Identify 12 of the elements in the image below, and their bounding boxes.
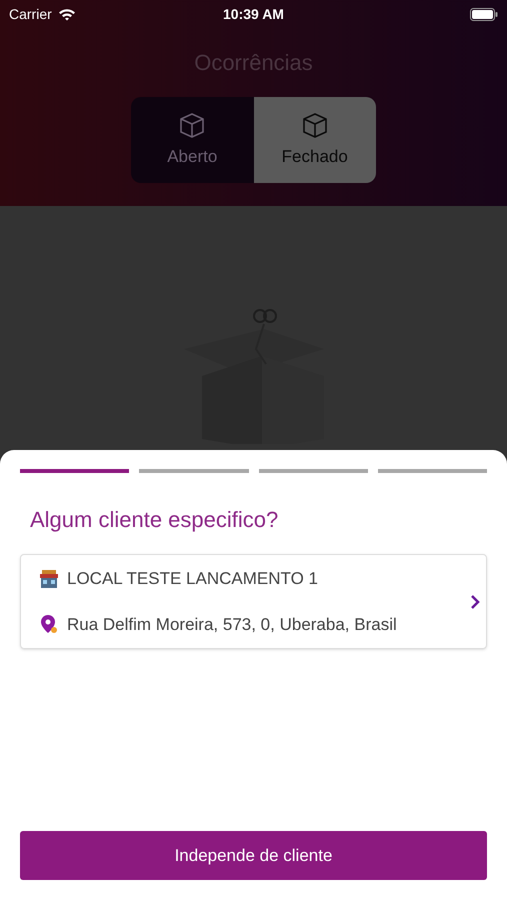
battery-icon <box>470 8 498 20</box>
store-icon <box>39 570 59 588</box>
question-heading: Algum cliente especifico? <box>30 506 280 534</box>
clock-time: 10:39 AM <box>223 4 284 24</box>
chevron-right-icon <box>470 594 480 610</box>
independent-client-button[interactable]: Independe de cliente <box>20 831 487 880</box>
carrier-label: Carrier <box>9 4 52 24</box>
client-address: Rua Delfim Moreira, 573, 0, Uberaba, Brasil <box>67 614 397 636</box>
location-pin-icon <box>39 614 59 634</box>
client-card[interactable]: LOCAL TESTE LANCAMENTO 1 Rua Delfim Moreira, 573, 0, Uberaba, Brasil <box>20 554 487 649</box>
client-name: LOCAL TESTE LANCAMENTO 1 <box>67 568 318 590</box>
wifi-icon <box>58 8 76 20</box>
